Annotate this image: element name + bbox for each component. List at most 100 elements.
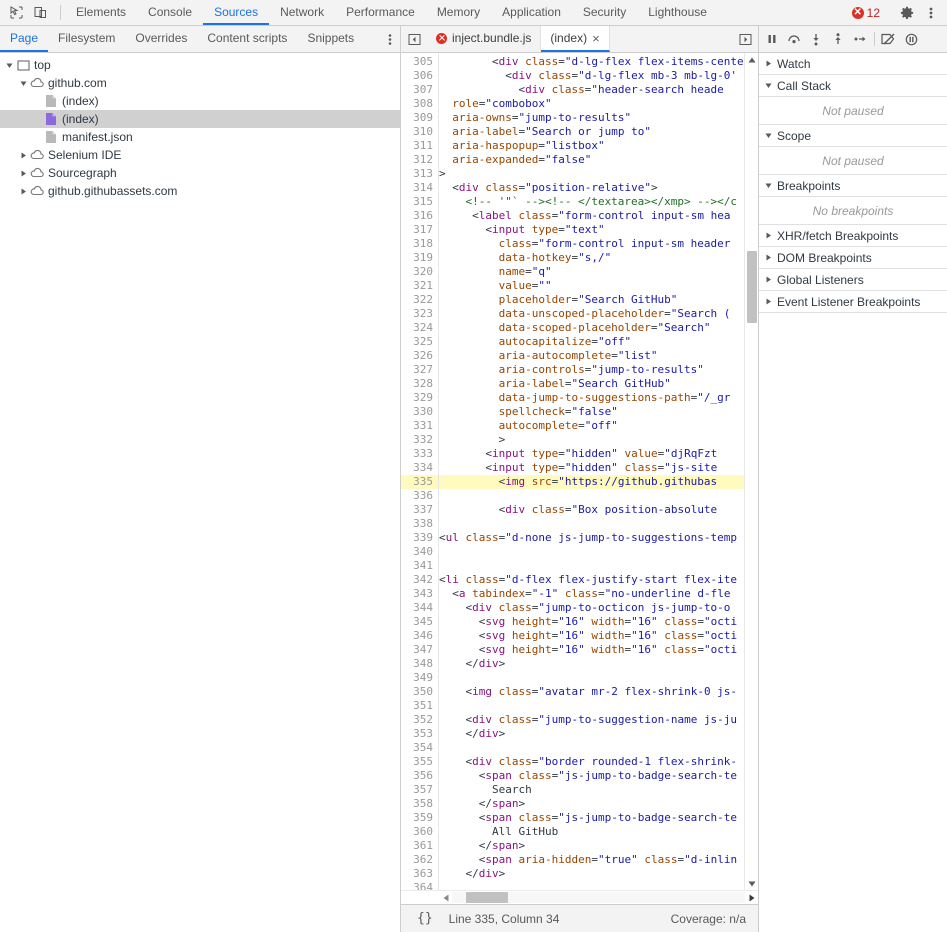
code-line[interactable]: <div class="jump-to-suggestion-name js-j… (439, 713, 744, 727)
line-number[interactable]: 339 (401, 531, 438, 545)
line-number[interactable]: 341 (401, 559, 438, 573)
line-number[interactable]: 328 (401, 377, 438, 391)
line-number[interactable]: 342 (401, 573, 438, 587)
file-tree-row[interactable]: github.githubassets.com (0, 182, 400, 200)
device-toolbar-icon[interactable] (28, 1, 52, 25)
line-number[interactable]: 307 (401, 83, 438, 97)
code-line[interactable]: <svg height="16" width="16" class="octi (439, 629, 744, 643)
scroll-down-arrow-icon[interactable] (745, 877, 759, 890)
line-number[interactable]: 331 (401, 419, 438, 433)
horizontal-scroll-track[interactable] (452, 892, 745, 903)
tab-performance[interactable]: Performance (335, 0, 426, 25)
line-number[interactable]: 354 (401, 741, 438, 755)
editor-tab-inject-bundle-js[interactable]: inject.bundle.js (427, 26, 542, 52)
nav-tab-page[interactable]: Page (0, 26, 49, 52)
tab-scroll-right-icon[interactable] (732, 26, 758, 52)
line-number[interactable]: 336 (401, 489, 438, 503)
pause-on-exceptions-button[interactable] (900, 28, 922, 50)
line-number[interactable]: 327 (401, 363, 438, 377)
tab-application[interactable]: Application (491, 0, 572, 25)
nav-tab-filesystem[interactable]: Filesystem (48, 26, 125, 52)
line-number[interactable]: 305 (401, 55, 438, 69)
chevron-right-icon[interactable] (18, 182, 29, 200)
code-content[interactable]: <div class="d-lg-flex flex-items-center … (439, 53, 744, 890)
code-line[interactable]: </span> (439, 839, 744, 853)
code-line[interactable]: <a tabindex="-1" class="no-underline d-f… (439, 587, 744, 601)
tab-console[interactable]: Console (137, 0, 203, 25)
tab-lighthouse[interactable]: Lighthouse (637, 0, 718, 25)
line-number[interactable]: 306 (401, 69, 438, 83)
code-line[interactable]: </span> (439, 797, 744, 811)
file-tree-row[interactable]: (index) (0, 110, 400, 128)
line-number[interactable]: 344 (401, 601, 438, 615)
tab-elements[interactable]: Elements (65, 0, 137, 25)
tab-memory[interactable]: Memory (426, 0, 491, 25)
line-number[interactable]: 316 (401, 209, 438, 223)
line-number[interactable]: 334 (401, 461, 438, 475)
line-number[interactable]: 352 (401, 713, 438, 727)
line-number[interactable]: 311 (401, 139, 438, 153)
line-number[interactable]: 326 (401, 349, 438, 363)
code-line[interactable]: <ul class="d-none js-jump-to-suggestions… (439, 531, 744, 545)
code-line[interactable]: data-jump-to-suggestions-path="/_gr (439, 391, 744, 405)
code-line[interactable]: <input type="hidden" class="js-site (439, 461, 744, 475)
line-number[interactable]: 338 (401, 517, 438, 531)
line-number[interactable]: 315 (401, 195, 438, 209)
code-line[interactable] (439, 699, 744, 713)
line-number[interactable]: 313 (401, 167, 438, 181)
line-number[interactable]: 323 (401, 307, 438, 321)
error-count-badge[interactable]: ✕ 12 (846, 6, 886, 20)
code-line[interactable] (439, 489, 744, 503)
chevron-right-icon[interactable] (764, 298, 773, 305)
line-number[interactable]: 362 (401, 853, 438, 867)
code-line[interactable]: </div> (439, 867, 744, 881)
tab-sources[interactable]: Sources (203, 0, 270, 25)
line-number[interactable]: 333 (401, 447, 438, 461)
line-number[interactable]: 364 (401, 881, 438, 890)
code-line[interactable] (439, 881, 744, 890)
file-tree-row[interactable]: Selenium IDE (0, 146, 400, 164)
editor-horizontal-scrollbar[interactable] (401, 890, 758, 904)
code-line[interactable]: <img class="avatar mr-2 flex-shrink-0 js… (439, 685, 744, 699)
debugger-section-header[interactable]: Call Stack (759, 75, 947, 97)
line-number[interactable]: 348 (401, 657, 438, 671)
code-line-highlighted[interactable]: <img src="https://github.githubas (439, 475, 744, 489)
chevron-down-icon[interactable] (4, 56, 15, 74)
line-number[interactable]: 319 (401, 251, 438, 265)
line-number[interactable]: 355 (401, 755, 438, 769)
line-number[interactable]: 325 (401, 335, 438, 349)
code-line[interactable]: > (439, 167, 744, 181)
code-line[interactable]: <div class="border rounded-1 flex-shrink… (439, 755, 744, 769)
code-line[interactable]: data-unscoped-placeholder="Search ( (439, 307, 744, 321)
line-number[interactable]: 357 (401, 783, 438, 797)
debugger-section-header[interactable]: Scope (759, 125, 947, 147)
tab-security[interactable]: Security (572, 0, 637, 25)
line-number[interactable]: 343 (401, 587, 438, 601)
kebab-menu-icon[interactable] (919, 1, 943, 25)
chevron-down-icon[interactable] (764, 82, 773, 89)
vertical-scroll-thumb[interactable] (746, 251, 757, 323)
code-line[interactable]: <svg height="16" width="16" class="octi (439, 615, 744, 629)
line-number[interactable]: 308 (401, 97, 438, 111)
code-line[interactable]: > (439, 433, 744, 447)
code-line[interactable]: placeholder="Search GitHub" (439, 293, 744, 307)
nav-tab-snippets[interactable]: Snippets (297, 26, 364, 52)
chevron-right-icon[interactable] (764, 276, 773, 283)
line-number[interactable]: 332 (401, 433, 438, 447)
step-over-button[interactable] (783, 28, 805, 50)
debugger-section-header[interactable]: Watch (759, 53, 947, 75)
vertical-scroll-track[interactable] (745, 66, 759, 877)
code-line[interactable]: <div class="position-relative"> (439, 181, 744, 195)
editor-vertical-scrollbar[interactable] (744, 53, 758, 890)
line-number[interactable]: 322 (401, 293, 438, 307)
scroll-left-arrow-icon[interactable] (439, 894, 452, 902)
code-line[interactable]: </div> (439, 727, 744, 741)
scroll-up-arrow-icon[interactable] (745, 53, 759, 66)
close-icon[interactable]: × (592, 32, 600, 45)
step-into-button[interactable] (805, 28, 827, 50)
code-line[interactable]: aria-autocomplete="list" (439, 349, 744, 363)
line-number[interactable]: 350 (401, 685, 438, 699)
file-tree-row[interactable]: manifest.json (0, 128, 400, 146)
code-line[interactable]: data-scoped-placeholder="Search" (439, 321, 744, 335)
line-number[interactable]: 359 (401, 811, 438, 825)
